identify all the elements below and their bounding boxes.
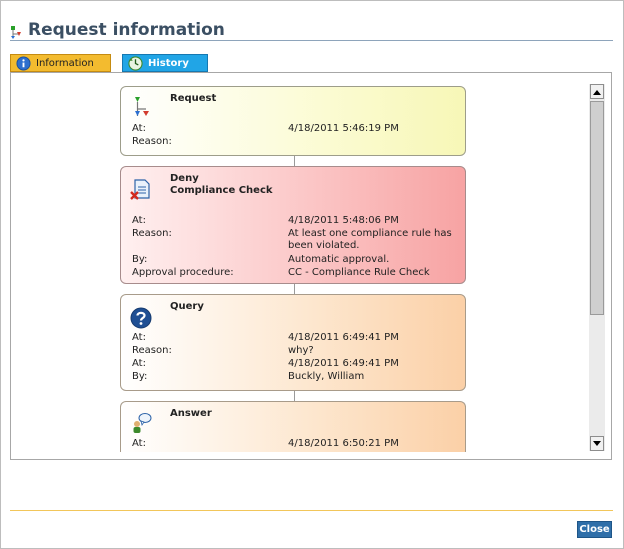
arrow-up-icon [593,89,601,95]
field-label: Reason: [132,228,172,239]
scroll-up-button[interactable] [590,84,604,99]
field-label: By: [132,371,148,382]
info-icon [16,55,31,71]
history-item-answer: Answer At: 4/18/2011 6:50:21 PM [120,401,466,452]
title-divider [10,40,613,41]
tab-information-label: Information [36,57,94,69]
history-item-title: Deny Compliance Check [170,173,273,197]
field-value: 4/18/2011 6:50:21 PM [288,438,399,449]
field-label: Reason: [132,136,172,147]
field-label: At: [132,358,146,369]
scroll-down-button[interactable] [590,436,604,451]
footer-divider [10,510,613,511]
page-title: Request information [28,20,225,40]
tab-information[interactable]: Information [10,54,111,72]
tab-history-label: History [148,57,189,69]
close-button[interactable]: Close [577,521,612,538]
workflow-icon [11,26,21,39]
field-label: Approval procedure: [132,267,234,278]
field-label: At: [132,438,146,449]
field-value: Buckly, William [288,371,365,382]
deny-title-line1: Deny [170,173,199,184]
field-value: why? [288,345,314,356]
connector-line [294,284,295,294]
denied-document-icon [130,179,150,200]
connector-line [294,156,295,166]
history-item-title: Query [170,301,204,312]
field-value: 4/18/2011 6:49:41 PM [288,332,399,343]
user-answer-icon [133,413,152,433]
field-label: At: [132,332,146,343]
scrollbar-thumb[interactable] [590,101,604,315]
deny-title-line2: Compliance Check [170,185,273,196]
field-value: 4/18/2011 5:48:06 PM [288,215,399,226]
arrow-down-icon [593,440,601,446]
history-item-title: Answer [170,408,212,419]
history-item-deny: Deny Compliance Check At: 4/18/2011 5:48… [120,166,466,284]
field-label: At: [132,215,146,226]
field-label: Reason: [132,345,172,356]
field-value: CC - Compliance Rule Check [288,267,430,278]
tab-history[interactable]: History [122,54,208,72]
history-icon [128,55,143,71]
field-label: At: [132,123,146,134]
field-label: By: [132,254,148,265]
request-workflow-icon [135,97,149,116]
field-value: 4/18/2011 5:46:19 PM [288,123,399,134]
connector-line [294,391,295,401]
history-viewport: Request At: 4/18/2011 5:46:19 PM Reason:… [10,72,612,452]
question-icon [130,307,152,329]
history-item-title: Request [170,93,217,104]
field-value: 4/18/2011 6:49:41 PM [288,358,399,369]
history-item-request: Request At: 4/18/2011 5:46:19 PM Reason: [120,86,466,156]
vertical-scrollbar[interactable] [589,84,605,451]
field-value: Automatic approval. [288,254,390,265]
history-item-query: Query At: 4/18/2011 6:49:41 PM Reason: w… [120,294,466,391]
field-value: At least one compliance rule has been vi… [288,228,452,251]
